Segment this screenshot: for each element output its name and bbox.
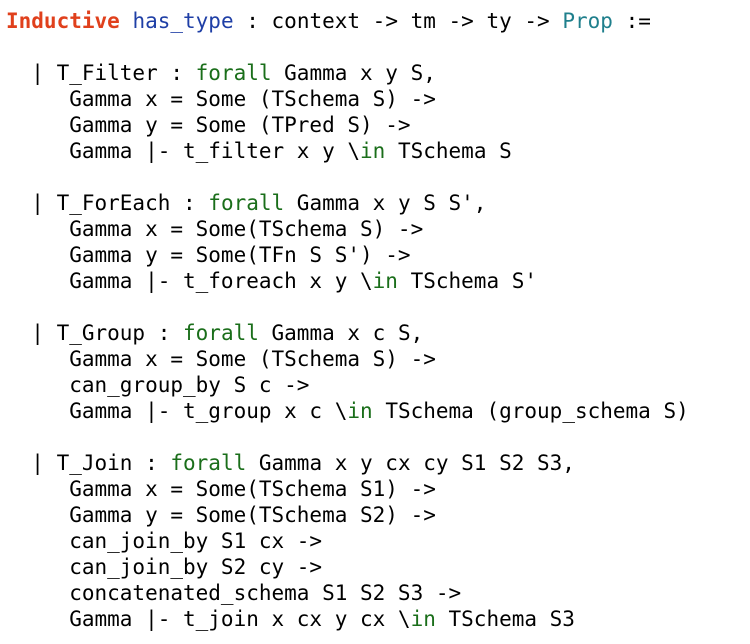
code-text: Gamma x y cx cy S1 S2 S3, (246, 451, 575, 475)
code-text: Gamma |- t_foreach x y \ (6, 269, 373, 293)
code-text: can_join_by S1 cx -> (6, 529, 323, 553)
code-token-kw-blue: has_type (132, 9, 234, 33)
code-text: | T_Group : (6, 321, 184, 345)
code-line: Gamma x = Some(TSchema S1) -> (6, 476, 689, 502)
code-text: Gamma x = Some(TSchema S1) -> (6, 477, 436, 501)
code-text: Gamma x = Some (TSchema S) -> (6, 347, 436, 371)
code-token-kw-green: forall (170, 451, 247, 475)
code-text: Gamma x y S, (271, 61, 436, 85)
code-line: concatenated_schema S1 S2 S3 -> (6, 580, 689, 606)
code-text: Gamma x y S S', (284, 191, 487, 215)
code-text: := (612, 9, 651, 33)
code-text: : context -> tm -> ty -> (233, 9, 563, 33)
code-line: Gamma y = Some(TSchema S2) -> (6, 502, 689, 528)
code-token-kw-teal: Prop (562, 9, 613, 33)
code-text: concatenated_schema S1 S2 S3 -> (6, 581, 462, 605)
code-line: Gamma |- t_join x cx y cx \in TSchema S3 (6, 606, 689, 632)
code-text: can_group_by S c -> (6, 373, 310, 397)
code-text: TSchema S (385, 139, 512, 163)
code-token-kw-green: in (410, 607, 436, 631)
code-viewer: { "colors": { "keyword_red": "#e0401c", … (0, 0, 750, 644)
code-token-kw-green: in (347, 399, 373, 423)
code-token-kw-green: in (360, 139, 386, 163)
code-token-kw-green: in (372, 269, 398, 293)
code-text: Gamma y = Some (TPred S) -> (6, 113, 411, 137)
code-line: Gamma |- t_group x c \in TSchema (group_… (6, 398, 689, 424)
code-text: Gamma y = Some(TSchema S2) -> (6, 503, 436, 527)
code-text: can_join_by S2 cy -> (6, 555, 323, 579)
code-line: Gamma y = Some (TPred S) -> (6, 112, 689, 138)
code-line: Gamma y = Some(TFn S S') -> (6, 242, 689, 268)
code-line: Gamma |- t_foreach x y \in TSchema S' (6, 268, 689, 294)
code-text: | T_ForEach : (6, 191, 209, 215)
code-line: | T_Filter : forall Gamma x y S, (6, 60, 689, 86)
code-line: can_join_by S2 cy -> (6, 554, 689, 580)
code-line: Gamma x = Some (TSchema S) -> (6, 86, 689, 112)
code-line: can_join_by S1 cx -> (6, 528, 689, 554)
code-line: Gamma |- t_filter x y \in TSchema S (6, 138, 689, 164)
code-token-kw-green: forall (183, 321, 259, 345)
code-line: Inductive has_type : context -> tm -> ty… (6, 8, 689, 34)
code-text: Gamma |- t_filter x y \ (6, 139, 361, 163)
code-text: | T_Filter : (6, 61, 196, 85)
code-text: Gamma x = Some (TSchema S) -> (6, 87, 436, 111)
code-text: Gamma x = Some(TSchema S) -> (6, 217, 424, 241)
code-text: TSchema (group_schema S) (372, 399, 689, 423)
code-token-kw-green: forall (208, 191, 285, 215)
code-text: TSchema S3 (435, 607, 575, 631)
code-text: TSchema S' (397, 269, 538, 293)
code-token-kw-green: forall (195, 61, 272, 85)
code-text: | T_Join : (6, 451, 171, 475)
code-token-kw-red: Inductive (6, 9, 120, 33)
code-line: Gamma x = Some(TSchema S) -> (6, 216, 689, 242)
code-line: | T_ForEach : forall Gamma x y S S', (6, 190, 689, 216)
code-text: Gamma y = Some(TFn S S') -> (6, 243, 411, 267)
code-line: can_group_by S c -> (6, 372, 689, 398)
code-line: | T_Group : forall Gamma x c S, (6, 320, 689, 346)
code-text: Gamma |- t_group x c \ (6, 399, 348, 423)
code-text: Gamma x c S, (258, 321, 424, 345)
code-line: Gamma x = Some (TSchema S) -> (6, 346, 689, 372)
code-text: Gamma |- t_join x cx y cx \ (6, 607, 411, 631)
code-line: | T_Join : forall Gamma x y cx cy S1 S2 … (6, 450, 689, 476)
code-block: Inductive has_type : context -> tm -> ty… (6, 8, 689, 632)
